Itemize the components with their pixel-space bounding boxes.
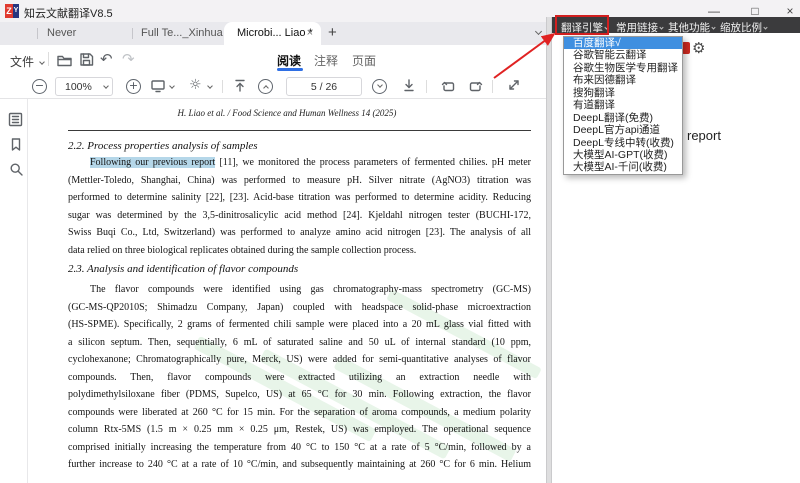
chevron-down-icon [377,82,383,88]
doc-line: column Rtx-5MS (1.5 m × 0.25 mm × 0.25 μ… [68,423,531,441]
doc-line: compounds. Then, flavor compounds were e… [68,371,531,389]
redo-icon[interactable]: ↷ [122,50,135,68]
tab-read[interactable]: 阅读 [277,52,301,69]
previous-page-button[interactable] [258,79,273,94]
doc-line: Swiss Buqi Co., Ltd, Switzerland) was pe… [68,226,531,244]
fullscreen-icon[interactable] [506,77,522,93]
tab-separator [37,28,38,39]
tab-microbi-liao-active[interactable]: Microbi... Liao * × [224,22,321,45]
doc-line: cyclohexanone; Chromatographically pure,… [68,353,531,371]
bookmark-panel-icon[interactable] [9,137,23,152]
doc-line: data relied on three biological replicat… [68,244,531,262]
tab-label: Microbi... Liao * [237,27,313,39]
scroll-to-top-icon[interactable] [233,78,247,93]
doc-line: sugar was determined by the 3,5-dinitros… [68,209,531,227]
pdf-page[interactable]: H. Liao et al. / Food Science and Human … [28,99,546,483]
app-logo-icon: ZY [5,4,19,18]
engine-option-sogou[interactable]: 搜狗翻译 [564,87,682,99]
page-number-input[interactable]: 5 / 26 [286,77,362,96]
engine-option-blind[interactable]: 布来因德翻译 [564,74,682,86]
tab-page[interactable]: 页面 [352,52,376,69]
rotate-left-icon[interactable] [440,78,456,93]
chevron-down-icon [763,25,767,29]
chevron-down-icon [40,59,46,65]
selected-text[interactable]: Following our previous report [90,157,215,168]
toolbar-separator [222,80,223,93]
running-header: H. Liao et al. / Food Science and Human … [28,108,546,118]
menu-other-functions[interactable]: 其他功能 [668,20,715,35]
chevron-up-icon [263,85,269,91]
thumbnails-panel-icon[interactable] [8,112,23,127]
save-icon[interactable] [79,52,94,67]
chevron-down-icon [659,25,663,29]
annotation-highlight-box [555,15,609,35]
doc-line: Following our previous report [11], we m… [68,156,531,174]
undo-icon[interactable]: ↶ [100,50,113,68]
download-icon[interactable] [402,78,416,93]
brightness-icon[interactable]: ☼ [189,77,202,93]
doc-line: a silicon septum. Then, sequentially, 6 … [68,336,531,354]
engine-option-ai-qianwen[interactable]: 大模型AI-千问(收费) [564,161,682,173]
tab-annotate[interactable]: 注释 [314,52,338,69]
menu-zoom-ratio[interactable]: 缩放比例 [720,20,767,35]
tab-never[interactable]: Never [47,27,76,39]
active-tab-underline [277,68,303,71]
doc-line: comprised initially increasing the tempe… [68,441,531,459]
engine-dropdown-menu: 百度翻译√ 谷歌智能云翻译 谷歌生物医学专用翻译 布来因德翻译 搜狗翻译 有道翻… [563,36,683,175]
doc-line: performed to determine salinity [22], [2… [68,191,531,209]
new-tab-button[interactable]: + [328,24,337,41]
translation-partial-text: report [687,128,721,143]
zoom-out-button[interactable]: − [32,79,47,94]
app-title: 知云文献翻译V8.5 [24,5,113,21]
panel-red-icon[interactable] [682,42,690,54]
doc-line: (Mettler-Toledo, Shanghai, China) was pe… [68,174,531,192]
doc-line: (GC-MS-QP2010S; Shimadzu Company, Japan)… [68,301,531,319]
doc-line: The flavor compounds were identified usi… [68,283,531,301]
zoom-level-select[interactable]: 100% [55,77,113,96]
engine-option-google-biomed[interactable]: 谷歌生物医学专用翻译 [564,62,682,74]
engine-option-deepl-api[interactable]: DeepL官方api通道 [564,124,682,136]
tab-separator [132,28,133,39]
engine-option-baidu[interactable]: 百度翻译√ [564,37,682,49]
section-heading-2-3: 2.3. Analysis and identification of flav… [68,263,531,275]
engine-option-deepl-free[interactable]: DeepL翻译(免费) [564,112,682,124]
gear-icon[interactable]: ⚙ [692,39,705,57]
section-heading-2-2: 2.2. Process properties analysis of samp… [68,140,531,152]
engine-option-deepl-paid[interactable]: DeepL专线中转(收费) [564,137,682,149]
header-rule [68,130,531,131]
doc-line: compounds were liberated at 260 °C for 1… [68,406,531,424]
doc-line: (HS-SPME). Specifically, 2 grams of ferm… [68,318,531,336]
next-page-button[interactable] [372,79,387,94]
chevron-down-icon [103,83,109,89]
zoom-in-button[interactable]: + [126,79,141,94]
search-panel-icon[interactable] [9,162,24,177]
toolbar-separator [48,52,49,66]
file-menu[interactable]: 文件 [10,53,44,70]
reading-mode-icon[interactable] [150,79,166,93]
doc-line: further increase to 240 °C at a rate of … [68,458,531,476]
tab-fulltext-xinhua[interactable]: Full Te..._Xinhua [141,27,223,39]
menu-common-links[interactable]: 常用链接 [616,20,663,35]
engine-option-ai-gpt[interactable]: 大模型AI-GPT(收费) [564,149,682,161]
engine-option-google-cloud[interactable]: 谷歌智能云翻译 [564,49,682,61]
toolbar-separator [426,80,427,93]
tab-close-icon[interactable]: × [307,27,313,39]
rotate-right-icon[interactable] [468,78,484,93]
open-folder-icon[interactable] [56,52,73,67]
chevron-down-icon [711,25,715,29]
doc-line: polydimethylsiloxane fiber (PDMS, Supelc… [68,388,531,406]
toolbar-separator [492,80,493,93]
engine-option-youdao[interactable]: 有道翻译 [564,99,682,111]
